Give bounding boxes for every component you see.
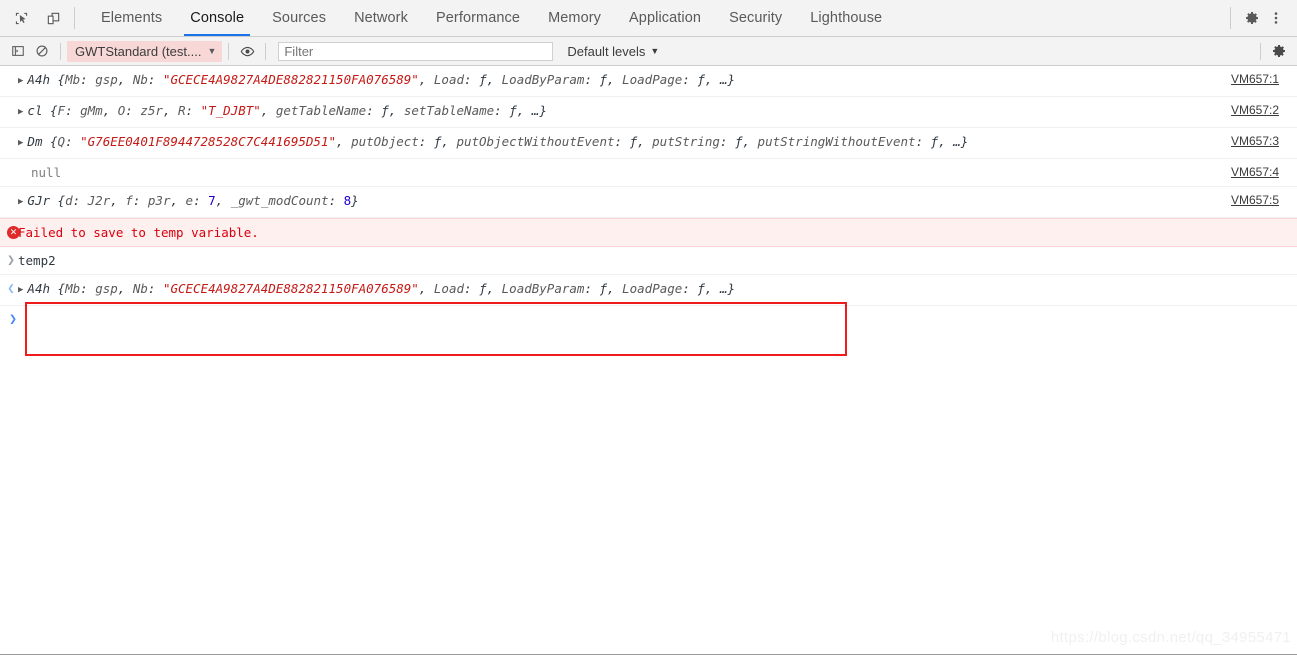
console-error-row[interactable]: ✕ Failed to save to temp variable. [0, 218, 1297, 247]
clear-console-icon[interactable] [30, 40, 54, 62]
console-message-text: ▶ Dm {Q: "G76EE0401F8944728528C7C441695D5… [18, 128, 1297, 158]
object-preview: GJr {d: J2r, f: p3r, e: 7, _gwt_modCount… [27, 193, 359, 208]
log-levels-label: Default levels [567, 43, 646, 59]
source-link[interactable]: VM657:4 [1231, 159, 1279, 186]
expand-triangle-icon[interactable]: ▶ [18, 99, 23, 126]
chevron-down-icon: ▼ [207, 45, 217, 56]
filterbar-divider-4 [1260, 42, 1261, 60]
console-command-row[interactable]: ❯ temp2 [0, 247, 1297, 275]
null-value: null [31, 165, 62, 180]
object-preview: Dm {Q: "G76EE0401F8944728528C7C441695D51… [27, 134, 969, 149]
tab-security[interactable]: Security [715, 0, 796, 36]
tab-lighthouse[interactable]: Lighthouse [796, 0, 896, 36]
devtools-window: Elements Console Sources Network Perform… [0, 0, 1297, 655]
search-input[interactable] [278, 41, 554, 61]
devtools-tabs: Elements Console Sources Network Perform… [87, 0, 896, 36]
tabbar-right-icons [1222, 0, 1297, 36]
console-filter-toolbar: GWTStandard (test.... ▼ Default levels ▼ [0, 37, 1297, 66]
expand-triangle-icon[interactable]: ▶ [18, 68, 23, 95]
console-message-row[interactable]: ▶ Dm {Q: "G76EE0401F8944728528C7C441695D5… [0, 128, 1297, 159]
command-prompt-icon: ❯ [7, 253, 15, 268]
tab-label: Console [190, 10, 245, 26]
tab-label: Security [729, 10, 783, 26]
prompt-caret-icon: ❯ [9, 311, 17, 327]
source-link[interactable]: VM657:1 [1231, 66, 1279, 93]
tab-network[interactable]: Network [340, 0, 422, 36]
device-toolbar-icon[interactable] [42, 7, 64, 29]
tab-label: Application [629, 10, 702, 26]
tab-label: Sources [272, 10, 327, 26]
context-label: GWTStandard (test.... [75, 43, 202, 59]
javascript-context-selector[interactable]: GWTStandard (test.... ▼ [67, 40, 223, 62]
console-message-row[interactable]: ▶ GJr {d: J2r, f: p3r, e: 7, _gwt_modCoun… [0, 187, 1297, 218]
result-arrow-icon: ❮ [7, 281, 15, 295]
gear-icon[interactable] [1241, 7, 1263, 29]
tab-console[interactable]: Console [176, 0, 258, 36]
tabbar-left-icons [0, 0, 70, 36]
log-levels-dropdown[interactable]: Default levels ▼ [567, 44, 659, 59]
show-console-sidebar-icon[interactable] [6, 40, 30, 62]
console-message-text: null [18, 159, 1297, 186]
filterbar-divider-2 [228, 42, 230, 60]
console-settings-gear-icon[interactable] [1267, 40, 1291, 62]
source-link[interactable]: VM657:5 [1231, 187, 1279, 214]
tabbar-right-divider [1230, 7, 1231, 29]
console-command-text: temp2 [18, 253, 56, 268]
console-message-row[interactable]: ▶ cl {F: gMm, O: z5r, R: "T_DJBT", getTab… [0, 97, 1297, 128]
tab-label: Memory [548, 10, 602, 26]
source-link[interactable]: VM657:3 [1231, 128, 1279, 155]
watermark-text: https://blog.csdn.net/qq_34955471 [1050, 629, 1291, 646]
console-error-text: Failed to save to temp variable. [18, 225, 259, 240]
tab-label: Performance [435, 10, 521, 26]
filterbar-divider-3 [265, 42, 267, 60]
console-message-row[interactable]: null VM657:4 [0, 159, 1297, 187]
tab-elements[interactable]: Elements [87, 0, 176, 36]
tabbar-divider [74, 7, 75, 29]
tab-label: Network [354, 10, 408, 26]
console-message-text: ▶ GJr {d: J2r, f: p3r, e: 7, _gwt_modCoun… [18, 187, 1297, 217]
source-link[interactable]: VM657:2 [1231, 97, 1279, 124]
expand-triangle-icon[interactable]: ▶ [18, 130, 23, 157]
object-preview: cl {F: gMm, O: z5r, R: "T_DJBT", getTabl… [27, 103, 547, 118]
filterbar-right [1254, 40, 1291, 62]
console-message-text: ▶ cl {F: gMm, O: z5r, R: "T_DJBT", getTab… [18, 97, 1297, 127]
tab-memory[interactable]: Memory [534, 0, 615, 36]
object-preview: A4h {Mb: gsp, Nb: "GCECE4A9827A4DE882821… [27, 72, 736, 87]
devtools-tabbar: Elements Console Sources Network Perform… [0, 0, 1297, 37]
tab-sources[interactable]: Sources [258, 0, 340, 36]
tab-label: Lighthouse [810, 10, 883, 26]
console-message-list: ▶ A4h {Mb: gsp, Nb: "GCECE4A9827A4DE88282… [0, 66, 1297, 654]
object-preview: A4h {Mb: gsp, Nb: "GCECE4A9827A4DE882821… [27, 281, 736, 296]
chevron-down-icon: ▼ [650, 46, 660, 56]
expand-triangle-icon[interactable]: ▶ [18, 189, 23, 216]
console-result-text: ▶ A4h {Mb: gsp, Nb: "GCECE4A9827A4DE88282… [18, 275, 1297, 305]
tab-application[interactable]: Application [615, 0, 715, 36]
console-message-text: ▶ A4h {Mb: gsp, Nb: "GCECE4A9827A4DE88282… [18, 66, 1297, 96]
inspect-element-icon[interactable] [10, 7, 32, 29]
more-vertical-icon[interactable] [1265, 7, 1287, 29]
tab-performance[interactable]: Performance [422, 0, 534, 36]
filterbar-divider-1 [60, 42, 61, 60]
expand-triangle-icon[interactable]: ▶ [18, 277, 23, 304]
tab-label: Elements [101, 10, 163, 26]
live-expression-eye-icon[interactable] [235, 40, 259, 62]
error-circle-icon: ✕ [7, 226, 20, 239]
console-input-row[interactable]: ❯ [0, 306, 1297, 332]
console-message-row[interactable]: ▶ A4h {Mb: gsp, Nb: "GCECE4A9827A4DE88282… [0, 66, 1297, 97]
console-result-row[interactable]: ❮ ▶ A4h {Mb: gsp, Nb: "GCECE4A9827A4DE882… [0, 275, 1297, 306]
